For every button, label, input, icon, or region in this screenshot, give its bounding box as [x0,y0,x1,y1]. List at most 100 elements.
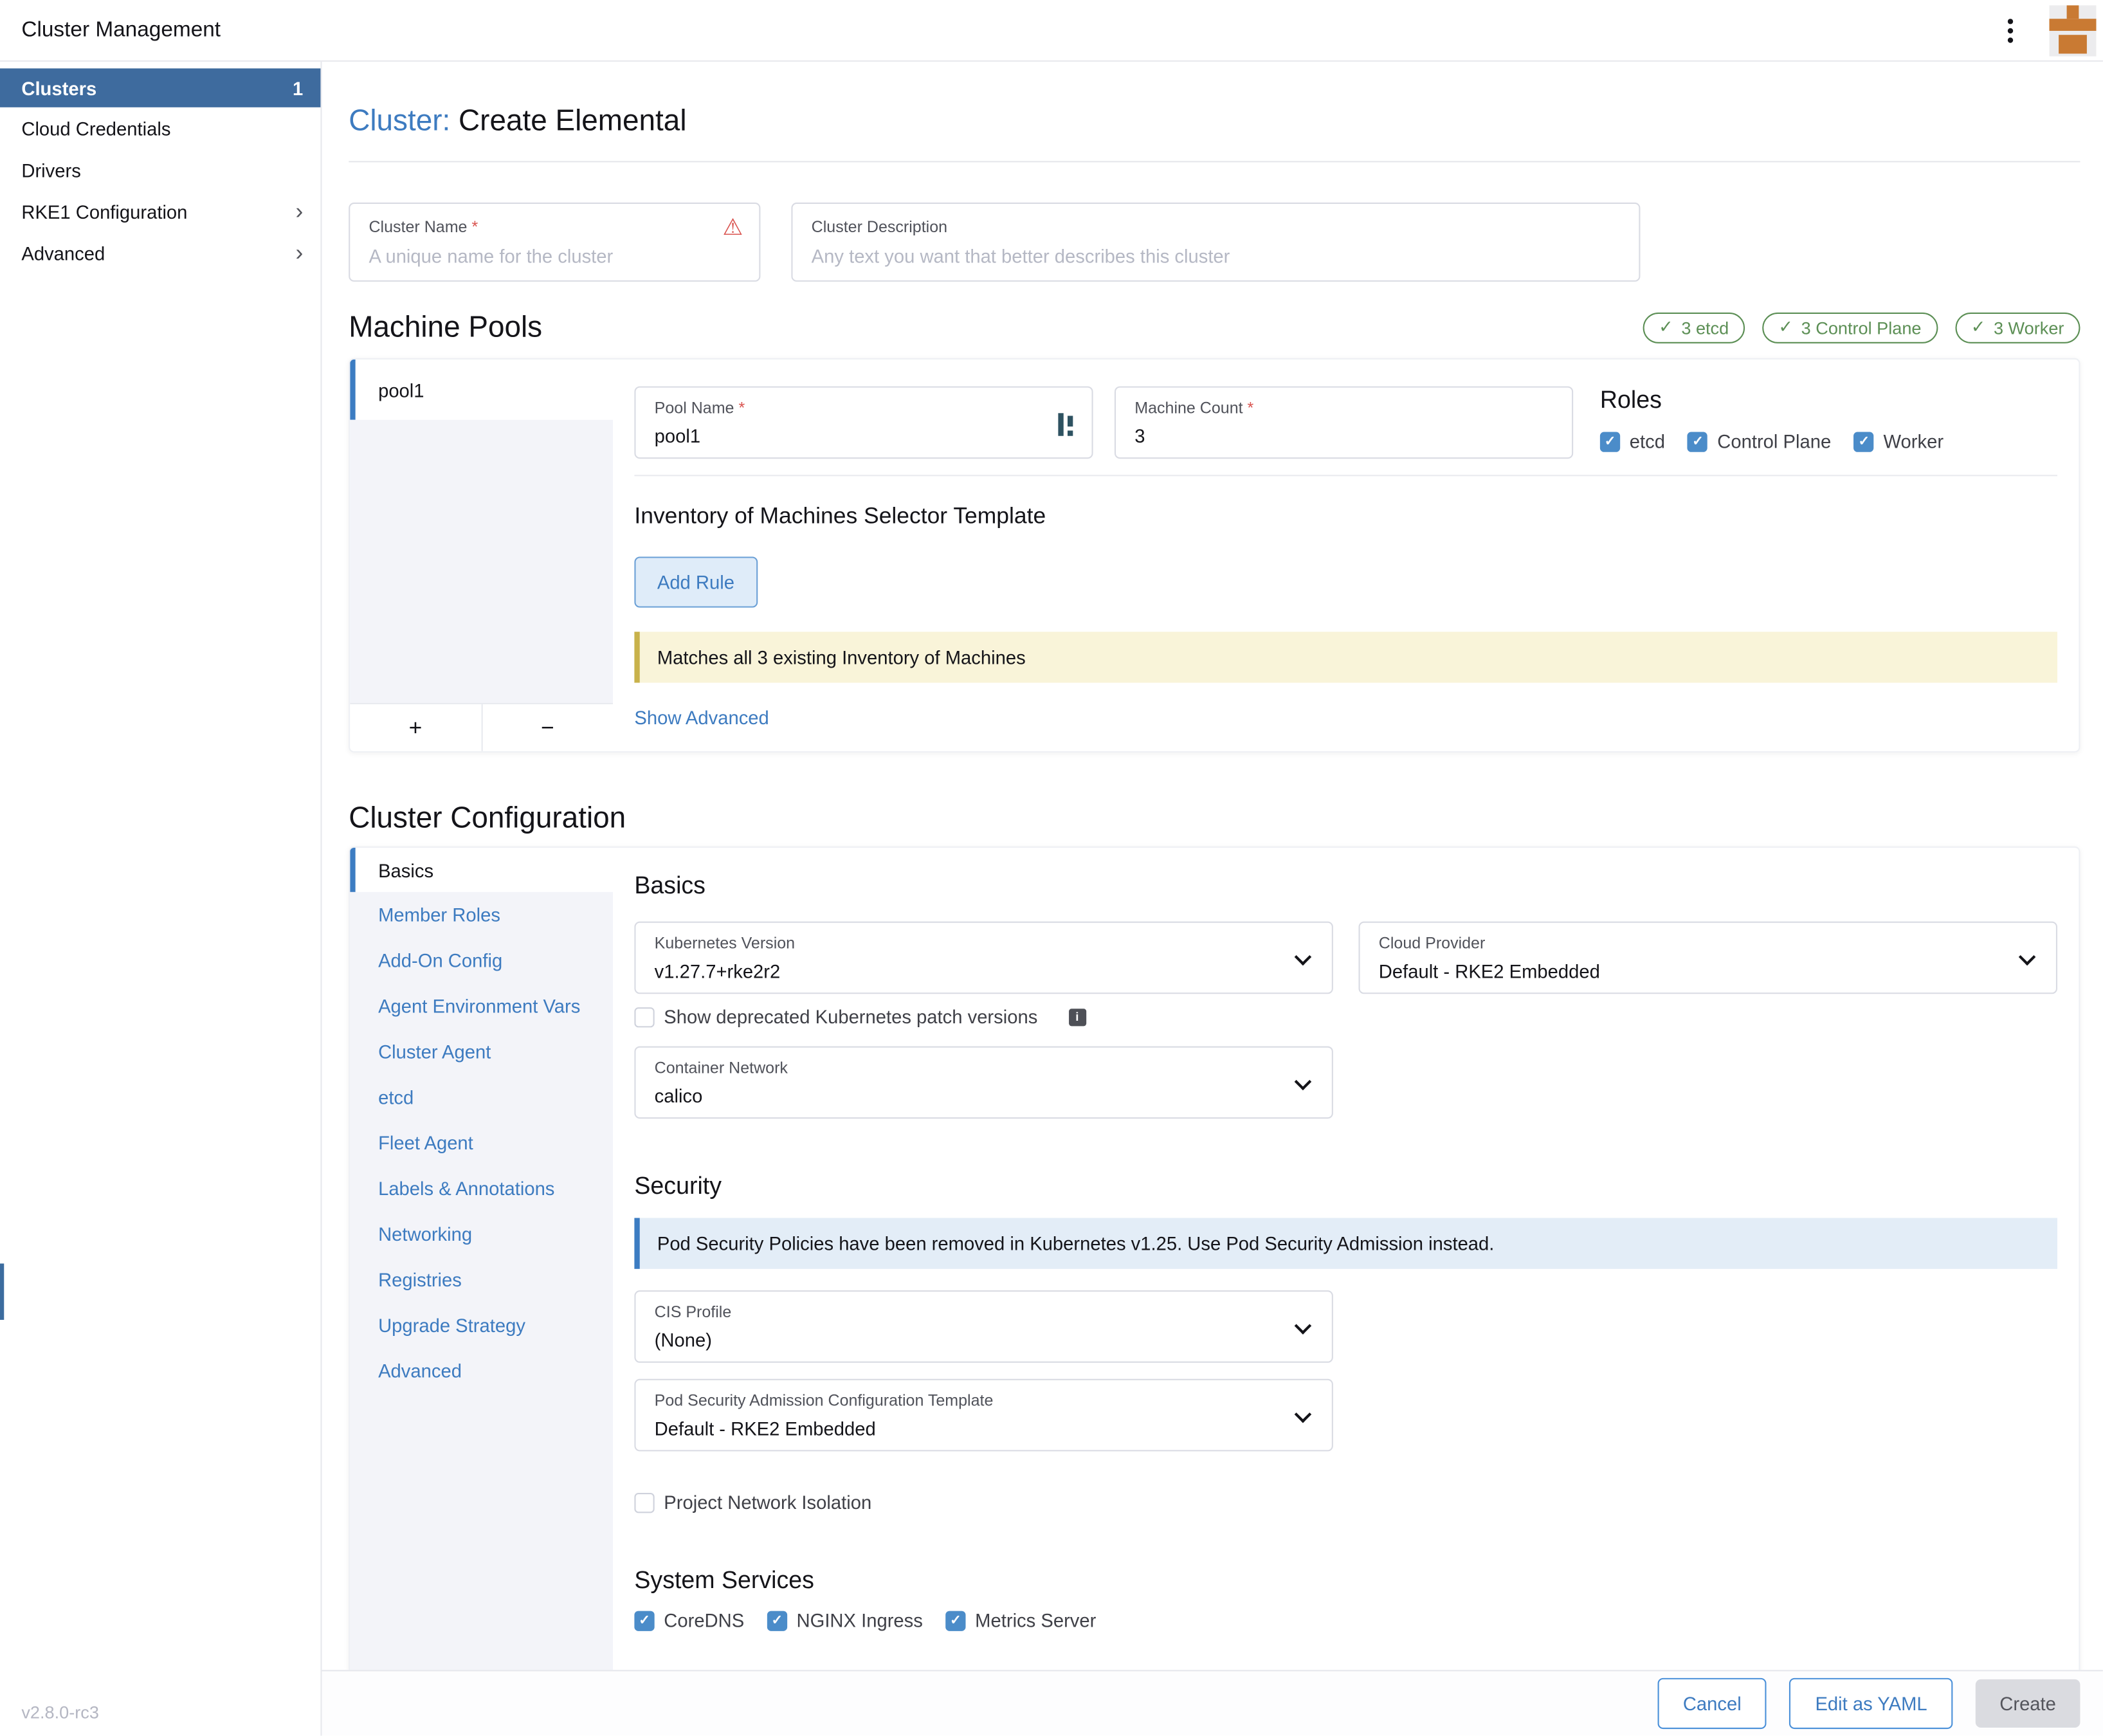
roles-heading: Roles [1600,387,1967,415]
machine-count-input[interactable] [1134,425,1490,446]
randomize-name-icon[interactable] [1058,413,1074,435]
cluster-description-input[interactable] [812,246,1620,267]
cancel-button[interactable]: Cancel [1657,1678,1767,1729]
inventory-selector-heading: Inventory of Machines Selector Template [634,503,2057,530]
cluster-name-field: Cluster Name * ⚠ [349,203,760,282]
cluster-configuration-heading: Cluster Configuration [349,801,2080,836]
edit-as-yaml-button[interactable]: Edit as YAML [1790,1678,1953,1729]
cloud-provider-select[interactable]: Cloud Provider Default - RKE2 Embedded [1359,922,2057,994]
pool-tab-actions: + − [350,703,613,751]
app-window: Cluster Management Clusters 1 Cloud Cred… [0,0,2103,1736]
worker-count-badge: ✓ 3 Worker [1955,312,2080,343]
pool-tab-pool1[interactable]: pool1 [350,360,613,420]
container-network-value: calico [655,1085,1313,1106]
page-title: Cluster: Create Elemental [349,104,2080,138]
checkbox-unchecked-icon [634,1007,654,1027]
checkbox-checked-icon: ✓ [634,1611,654,1631]
cluster-name-label: Cluster Name * [369,217,740,236]
role-checkbox-control-plane[interactable]: ✓ Control Plane [1688,430,1831,452]
kebab-menu-icon[interactable] [1993,10,2028,51]
add-rule-button[interactable]: Add Rule [634,556,757,607]
show-advanced-link[interactable]: Show Advanced [634,707,769,728]
container-network-select[interactable]: Container Network calico [634,1046,1333,1119]
add-pool-button[interactable]: + [350,704,482,751]
cis-profile-value: (None) [655,1329,1313,1351]
psa-template-select[interactable]: Pod Security Admission Configuration Tem… [634,1379,1333,1452]
role-checkbox-etcd[interactable]: ✓ etcd [1600,430,1665,452]
metrics-server-checkbox[interactable]: ✓ Metrics Server [945,1609,1096,1631]
config-nav-networking[interactable]: Networking [350,1211,613,1257]
project-network-isolation-checkbox[interactable]: Project Network Isolation [634,1492,871,1513]
checkbox-checked-icon: ✓ [945,1611,965,1631]
machine-count-field: Machine Count * [1115,387,1573,459]
config-nav-upgrade-strategy[interactable]: Upgrade Strategy [350,1302,613,1348]
pool-tabs-empty-area [350,420,613,703]
config-nav-add-on-config[interactable]: Add-On Config [350,938,613,983]
cluster-description-label: Cluster Description [812,217,1620,236]
sidebar-item-label: Drivers [21,159,80,180]
config-form: Basics Kubernetes Version v1.27.7+rke2r2… [613,848,2079,1670]
role-count-badges: ✓ 3 etcd ✓ 3 Control Plane ✓ 3 Worker [1643,312,2080,343]
sidebar-item-advanced[interactable]: Advanced › [0,232,320,274]
pool-form-divider [634,475,2057,476]
required-asterisk: * [738,398,745,417]
matches-banner: Matches all 3 existing Inventory of Mach… [634,632,2057,682]
sidebar-item-clusters[interactable]: Clusters 1 [0,68,320,107]
cluster-name-input[interactable] [369,246,740,267]
sidebar-item-rke1-configuration[interactable]: RKE1 Configuration › [0,190,320,232]
system-services-heading: System Services [634,1567,2057,1595]
cluster-configuration-card: Basics Member Roles Add-On Config Agent … [349,846,2080,1672]
title-divider [349,161,2080,162]
checkbox-checked-icon: ✓ [1854,431,1874,451]
config-nav-etcd[interactable]: etcd [350,1074,613,1120]
config-nav-agent-environment-vars[interactable]: Agent Environment Vars [350,983,613,1029]
kubernetes-version-select[interactable]: Kubernetes Version v1.27.7+rke2r2 [634,922,1333,994]
sidebar-item-label: Cloud Credentials [21,117,170,138]
coredns-checkbox[interactable]: ✓ CoreDNS [634,1609,744,1631]
config-nav-labels-annotations[interactable]: Labels & Annotations [350,1165,613,1211]
etcd-count-badge: ✓ 3 etcd [1643,312,1745,343]
kubernetes-version-value: v1.27.7+rke2r2 [655,960,1313,982]
chevron-right-icon: › [295,200,303,223]
machine-pools-card: pool1 + − Pool Name [349,358,2080,753]
cloud-provider-value: Default - RKE2 Embedded [1379,960,2037,982]
info-icon[interactable]: i [1068,1008,1086,1025]
warning-icon: ⚠ [723,216,743,239]
left-edge-indicator [0,1263,4,1320]
checkbox-checked-icon: ✓ [1688,431,1707,451]
config-nav-cluster-agent[interactable]: Cluster Agent [350,1029,613,1075]
pool-name-input[interactable] [655,425,1010,446]
remove-pool-button[interactable]: − [482,704,613,751]
required-asterisk: * [1248,398,1254,417]
sidebar-item-cloud-credentials[interactable]: Cloud Credentials [0,107,320,149]
role-checkbox-worker[interactable]: ✓ Worker [1854,430,1944,452]
avatar-broken-image-icon[interactable] [2049,5,2096,55]
page-title-prefix: Cluster: [349,104,450,137]
sidebar-item-label: Advanced [21,242,105,263]
sidebar: Clusters 1 Cloud Credentials Drivers RKE… [0,62,322,1736]
top-header: Cluster Management [0,0,2103,62]
sidebar-item-drivers[interactable]: Drivers [0,149,320,190]
cis-profile-select[interactable]: CIS Profile (None) [634,1290,1333,1363]
check-icon: ✓ [1971,316,1986,338]
checkbox-unchecked-icon [634,1492,654,1512]
config-nav-advanced[interactable]: Advanced [350,1348,613,1394]
roles-block: Roles ✓ etcd ✓ Control Plane [1600,387,1967,452]
machine-pools-heading: Machine Pools [349,310,542,345]
main-content: Cluster: Create Elemental Cluster Name *… [322,62,2102,1736]
config-nav-fleet-agent[interactable]: Fleet Agent [350,1120,613,1165]
pod-security-banner: Pod Security Policies have been removed … [634,1218,2057,1269]
config-nav-registries[interactable]: Registries [350,1257,613,1302]
machine-count-label: Machine Count * [1134,398,1553,417]
config-nav: Basics Member Roles Add-On Config Agent … [350,848,613,1670]
sidebar-item-label: Clusters [21,77,96,98]
nginx-ingress-checkbox[interactable]: ✓ NGINX Ingress [767,1609,923,1631]
config-nav-member-roles[interactable]: Member Roles [350,892,613,938]
create-button[interactable]: Create [1976,1679,2080,1728]
clusters-count-badge: 1 [293,77,303,98]
config-nav-basics[interactable]: Basics [350,848,613,892]
cluster-description-field: Cluster Description [791,203,1640,282]
pool-name-label: Pool Name * [655,398,1073,417]
pool-form: Pool Name * Machine Count [613,360,2079,751]
show-deprecated-versions-checkbox[interactable]: Show deprecated Kubernetes patch version… [634,1006,1037,1027]
